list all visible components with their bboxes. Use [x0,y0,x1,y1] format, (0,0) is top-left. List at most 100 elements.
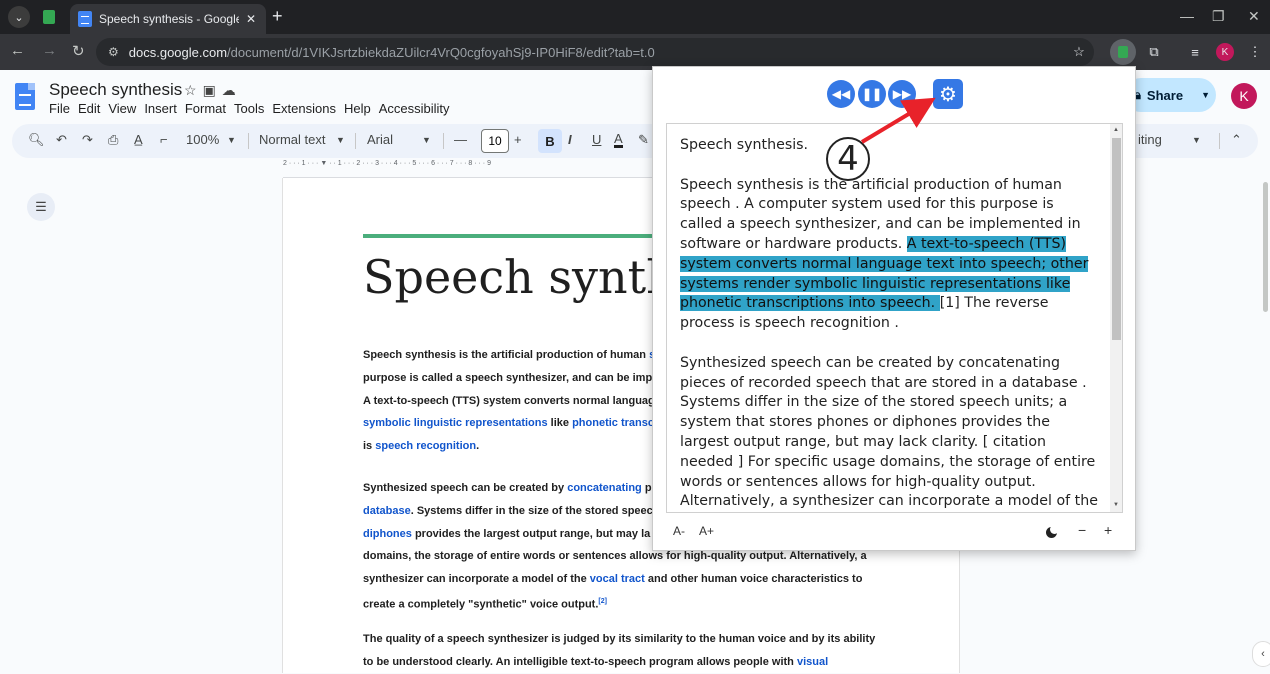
tab-title: Speech synthesis - Google Docs [99,12,239,26]
editing-mode-select[interactable]: iting [1138,132,1162,147]
font-smaller-button[interactable]: A- [673,524,685,538]
document-title[interactable]: Speech synthesis [49,80,182,100]
title-actions: ☆▣☁ [184,82,242,99]
paint-format-icon[interactable]: ⌐ [160,132,168,147]
reader-scrollbar-thumb[interactable] [1112,138,1121,340]
link[interactable]: database [363,505,411,517]
chevron-down-icon[interactable]: ▼ [1201,90,1210,100]
menu-item-format[interactable]: Format [185,101,232,116]
extensions-puzzle-icon[interactable]: ⧉ [1143,41,1165,63]
docs-favicon-icon [78,11,92,27]
underline-button[interactable]: U [592,132,601,147]
site-info-icon[interactable]: ⚙ [108,45,119,59]
menu-item-extensions[interactable]: Extensions [272,101,342,116]
bookmark-star-icon[interactable]: ☆ [1068,41,1090,63]
dark-mode-moon-icon[interactable] [1046,525,1059,538]
bold-button[interactable]: B [538,129,562,153]
reader-extension-icon[interactable] [1110,39,1136,65]
menu-bar: File Edit View Insert Format Tools Extensions H… [49,101,458,116]
collapse-toolbar-icon[interactable]: ⌃ [1231,132,1242,148]
chevron-down-icon[interactable]: ▼ [1192,135,1201,145]
back-icon[interactable]: ← [10,42,25,59]
reading-list-icon[interactable]: ≡ [1184,41,1206,63]
font-larger-button[interactable]: A+ [699,524,714,538]
menu-item-view[interactable]: View [108,101,142,116]
text-color-button[interactable]: A [614,132,623,148]
reader-paragraph-2: Synthesized speech can be created by con… [680,354,1098,510]
share-button[interactable]: 🔒︎ Share ▼ [1124,78,1216,112]
link[interactable]: concatenating [567,482,642,494]
browser-tab[interactable]: Speech synthesis - Google Docs ✕ [70,4,266,34]
side-panel-toggle-icon[interactable]: ‹ [1252,641,1270,667]
rewind-button[interactable]: ◀◀ [827,80,855,108]
url-text: docs.google.com/document/d/1VIKJsrtzbiek… [128,44,655,60]
toolbar-divider [355,133,356,149]
reload-icon[interactable]: ↻ [72,42,85,60]
move-folder-icon[interactable]: ▣ [203,82,222,98]
browser-menu-icon[interactable]: ⋮ [1244,41,1266,63]
toolbar-divider [1219,133,1220,149]
share-label: Share [1146,87,1184,103]
link[interactable]: speech recognition [375,440,476,452]
link[interactable]: symbolic linguistic representations [363,417,548,429]
redo-icon[interactable]: ↷ [82,132,93,148]
link[interactable]: visual [797,656,828,668]
account-avatar[interactable]: K [1231,83,1257,109]
new-tab-button[interactable]: + [272,6,283,27]
spellcheck-icon[interactable]: A̲ [134,132,143,147]
zoom-in-button[interactable]: + [1104,522,1112,538]
link[interactable]: phonetic transc [572,417,654,429]
search-menus-icon[interactable]: 🔍︎ [28,132,45,148]
citation-link[interactable]: [2] [598,598,607,605]
restore-icon[interactable]: ❐ [1212,8,1225,25]
tab-search-icon[interactable]: ⌄ [8,6,30,28]
font-select[interactable]: Arial [367,132,393,147]
close-tab-icon[interactable]: ✕ [246,12,256,26]
address-bar[interactable]: ⚙ docs.google.com/document/d/1VIKJsrtzbi… [96,38,1094,66]
settings-gear-button[interactable]: ⚙ [933,79,963,109]
link[interactable]: vocal tract [590,573,645,585]
chevron-down-icon[interactable]: ▼ [422,135,431,145]
zoom-select[interactable]: 100% [186,132,219,147]
zoom-out-button[interactable]: − [1078,522,1086,538]
fast-forward-button[interactable]: ▶▶ [888,80,916,108]
horizontal-ruler[interactable]: 2 · · · 1 · · · ▼ · · 1 · · · 2 · · · 3 … [283,160,683,178]
menu-item-edit[interactable]: Edit [78,101,106,116]
extension-pin-icon[interactable] [38,6,60,28]
menu-item-tools[interactable]: Tools [234,101,270,116]
step-number-badge: 4 [826,137,870,181]
forward-icon[interactable]: → [42,42,57,59]
menu-item-help[interactable]: Help [344,101,377,116]
highlight-pen-icon[interactable]: ✎ [638,132,649,148]
increase-font-icon[interactable]: + [514,132,522,147]
reader-extension-popup: ◀◀ ❚❚ ▶▶ ⚙ Speech synthesis. Speech synt… [652,66,1136,551]
italic-button[interactable]: I [568,132,572,147]
decrease-font-icon[interactable]: — [454,132,467,147]
document-outline-icon[interactable]: ☰ [27,193,55,221]
star-icon[interactable]: ☆ [184,82,203,98]
scroll-up-arrow-icon[interactable]: ▲ [1113,127,1119,133]
reader-text: Speech synthesis. Speech synthesis is th… [680,136,1098,512]
pause-button[interactable]: ❚❚ [858,80,886,108]
docs-logo-icon[interactable] [15,83,35,110]
undo-icon[interactable]: ↶ [56,132,67,148]
print-icon[interactable]: ⎙ [108,132,118,148]
page-scrollbar[interactable] [1263,182,1268,312]
browser-toolbar: ← → ↻ ⚙ docs.google.com/document/d/1VIKJ… [0,34,1270,70]
browser-titlebar: ⌄ Speech synthesis - Google Docs ✕ + — ❐… [0,0,1270,34]
chevron-down-icon[interactable]: ▼ [336,135,345,145]
scroll-down-arrow-icon[interactable]: ▼ [1113,502,1119,508]
font-size-input[interactable]: 10 [481,129,509,153]
paragraph-style-select[interactable]: Normal text [259,132,325,147]
reader-title-line: Speech synthesis. [680,137,809,153]
chevron-down-icon[interactable]: ▼ [227,135,236,145]
reader-text-panel[interactable]: Speech synthesis. Speech synthesis is th… [666,123,1123,513]
menu-item-file[interactable]: File [49,101,76,116]
cloud-status-icon[interactable]: ☁ [222,82,242,98]
link[interactable]: diphones [363,528,412,540]
menu-item-accessibility[interactable]: Accessibility [379,101,456,116]
close-window-icon[interactable]: ✕ [1248,8,1260,25]
menu-item-insert[interactable]: Insert [144,101,183,116]
profile-avatar[interactable]: K [1216,43,1234,61]
minimize-icon[interactable]: — [1180,8,1194,24]
